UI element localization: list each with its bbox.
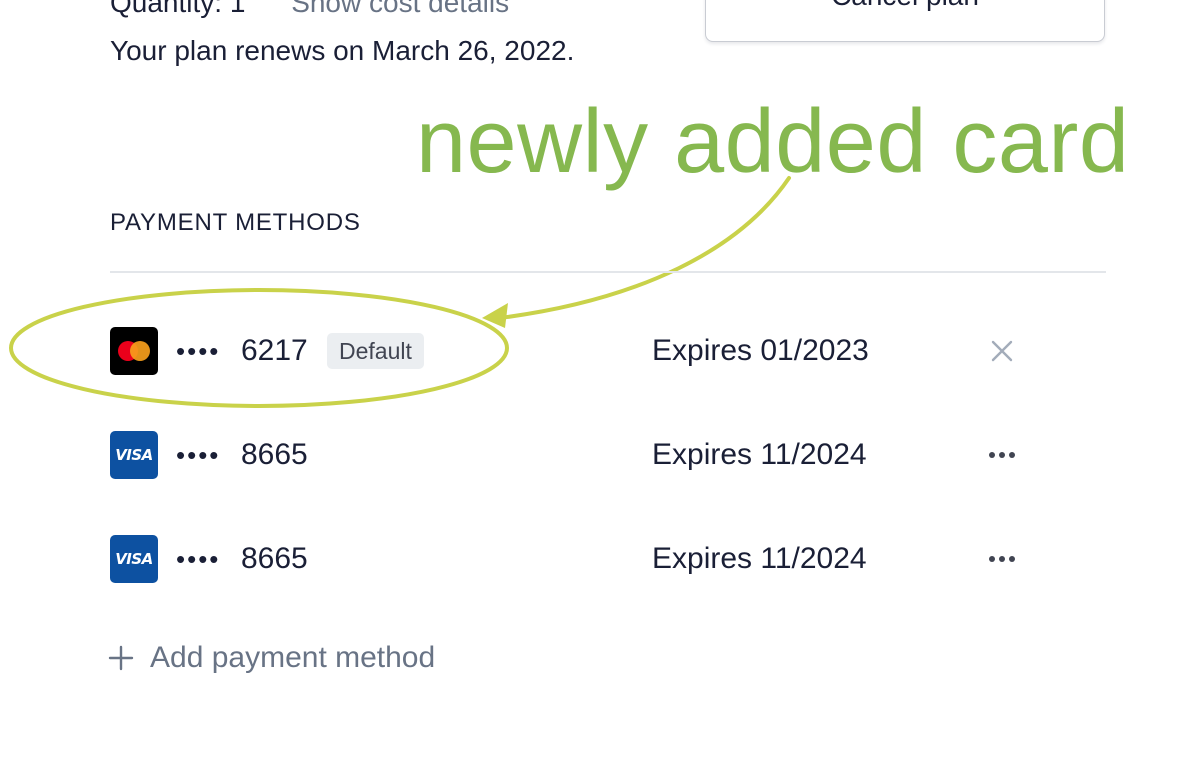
add-payment-method-label: Add payment method (150, 641, 436, 674)
visa-icon: VISA (110, 535, 158, 583)
card-options-button[interactable] (982, 435, 1022, 475)
plus-icon (108, 645, 134, 671)
masked-dots: •••• (176, 336, 221, 366)
card-options-button[interactable] (982, 539, 1022, 579)
card-expiry: Expires 01/2023 (652, 334, 869, 367)
add-payment-method-button[interactable]: Add payment method (108, 638, 435, 678)
more-icon (989, 556, 1015, 562)
masked-dots: •••• (176, 440, 221, 470)
payment-method-row[interactable]: •••• 6217 Default Expires 01/2023 (110, 326, 1106, 376)
section-divider (110, 271, 1106, 273)
card-last4: 8665 (241, 438, 308, 471)
annotation-arrow (498, 176, 791, 320)
card-expiry: Expires 11/2024 (652, 438, 867, 471)
card-last4: 6217 (241, 334, 308, 367)
remove-card-button[interactable] (982, 331, 1022, 371)
mastercard-icon (110, 327, 158, 375)
payment-method-row[interactable]: VISA •••• 8665 Expires 11/2024 (110, 534, 1106, 584)
payment-method-row[interactable]: VISA •••• 8665 Expires 11/2024 (110, 430, 1106, 480)
visa-icon: VISA (110, 431, 158, 479)
default-badge: Default (327, 333, 424, 369)
masked-dots: •••• (176, 544, 221, 574)
more-icon (989, 452, 1015, 458)
payment-methods-heading: PAYMENT METHODS (110, 209, 361, 236)
close-icon (991, 340, 1013, 362)
card-expiry: Expires 11/2024 (652, 542, 867, 575)
card-last4: 8665 (241, 542, 308, 575)
